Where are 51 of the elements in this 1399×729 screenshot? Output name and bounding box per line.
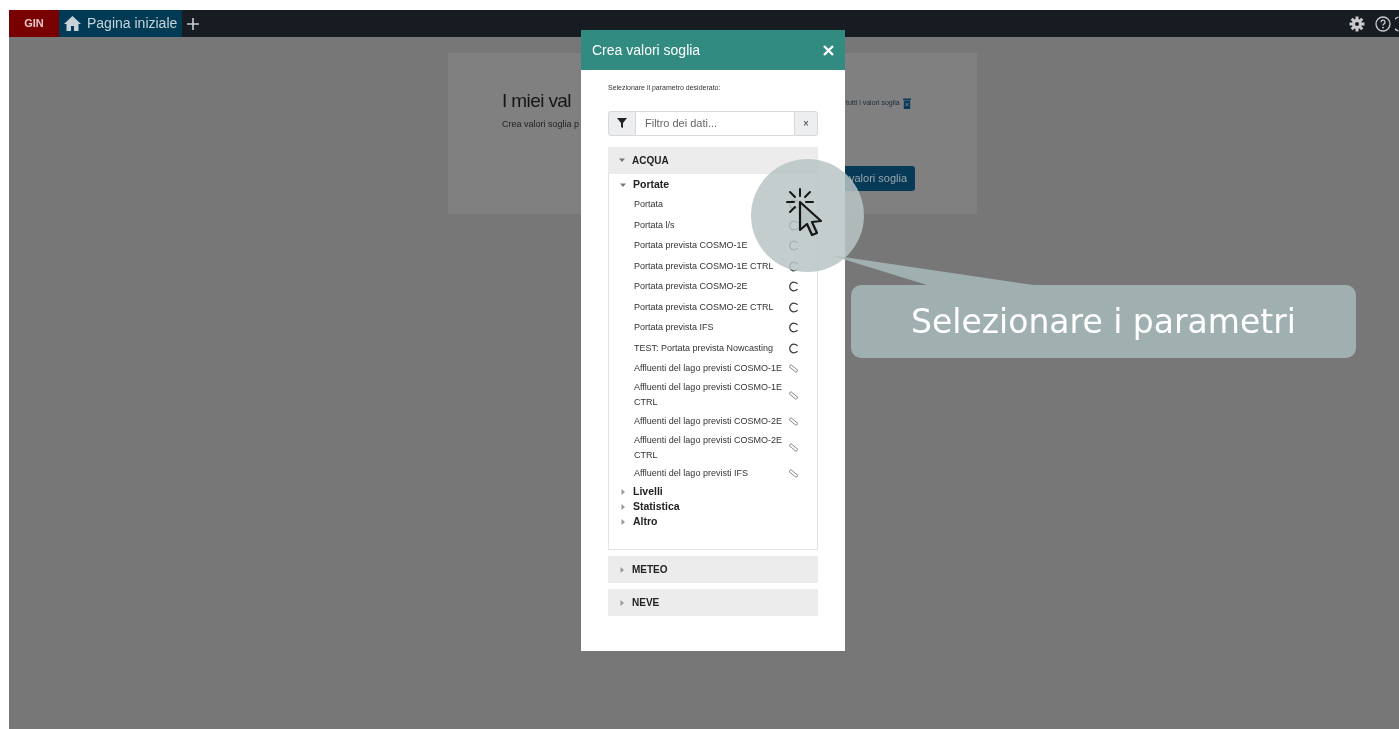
filter-icon [617, 118, 627, 128]
dialog-title: Crea valori soglia [592, 40, 701, 60]
parameter-item[interactable]: Affluenti del lago previsti COSMO-1E [634, 361, 782, 377]
caret-right-icon[interactable] [619, 566, 625, 573]
caret-right-icon[interactable] [619, 599, 625, 606]
parameter-item[interactable]: Portata prevista IFS [634, 320, 714, 336]
group-header[interactable]: ACQUA [608, 146, 818, 174]
parameter-item[interactable]: Affluenti del lago previsti COSMO-2E [634, 413, 782, 429]
filter-field[interactable]: Filtro dei dati... [636, 110, 794, 136]
parameter-item[interactable]: Affluenti del lago previsti IFS [634, 466, 748, 482]
parameter-item[interactable]: Portata prevista COSMO-2E CTRL [634, 299, 774, 315]
group-header[interactable]: NEVE [608, 589, 818, 616]
category-label[interactable]: Portate [633, 177, 670, 193]
parameter-item[interactable]: Affluenti del lago previsti COSMO-1E CTRL [634, 380, 788, 410]
group-label: ACQUA [632, 153, 669, 168]
group-header[interactable]: METEO [608, 556, 818, 583]
tag-icon[interactable] [788, 416, 799, 426]
clear-filter-button[interactable]: × [794, 110, 818, 136]
group-label: METEO [632, 563, 668, 577]
category-label[interactable]: Altro [633, 513, 658, 530]
parameter-item[interactable]: Portata prevista COSMO-1E [634, 238, 748, 254]
parameter-item[interactable]: TEST: Portata prevista Nowcasting [634, 340, 774, 356]
parameter-item[interactable]: Portata prevista COSMO-2E [634, 279, 748, 295]
tag-icon[interactable] [788, 443, 799, 452]
add-tab-icon[interactable] [186, 16, 201, 31]
parameter-item[interactable]: Portata [634, 197, 664, 213]
caret-down-icon[interactable] [620, 182, 626, 188]
parameter-item[interactable]: Portata prevista COSMO-1E CTRL [634, 258, 774, 274]
tag-icon[interactable] [788, 469, 799, 479]
help-icon[interactable] [1375, 15, 1391, 32]
home-icon [64, 16, 81, 31]
caret-right-icon[interactable] [620, 518, 626, 525]
parameter-item[interactable]: Affluenti del lago previsti COSMO-2E CTRL [634, 432, 788, 463]
home-tab[interactable]: Pagina iniziale [59, 10, 183, 37]
close-icon[interactable] [823, 44, 834, 56]
page-subtitle: Crea valori soglia p [502, 117, 580, 131]
page-title: I miei val [502, 89, 572, 113]
group-label: NEVE [632, 596, 660, 610]
caret-down-icon[interactable] [619, 157, 625, 163]
caret-right-icon[interactable] [620, 503, 626, 510]
tag-icon[interactable] [788, 364, 799, 374]
tag-icon[interactable] [788, 390, 799, 400]
callout-text: Selezionare i parametri [911, 300, 1296, 343]
brand-logo[interactable]: GIN [9, 10, 59, 37]
caret-right-icon[interactable] [620, 488, 626, 495]
trash-icon[interactable] [902, 98, 911, 109]
category-label[interactable]: Statistica [633, 498, 680, 515]
parameter-item[interactable]: Portata l/s [634, 217, 675, 233]
category-label[interactable]: Livelli [633, 483, 663, 500]
settings-icon[interactable] [1349, 15, 1365, 32]
filter-button[interactable] [608, 110, 636, 136]
